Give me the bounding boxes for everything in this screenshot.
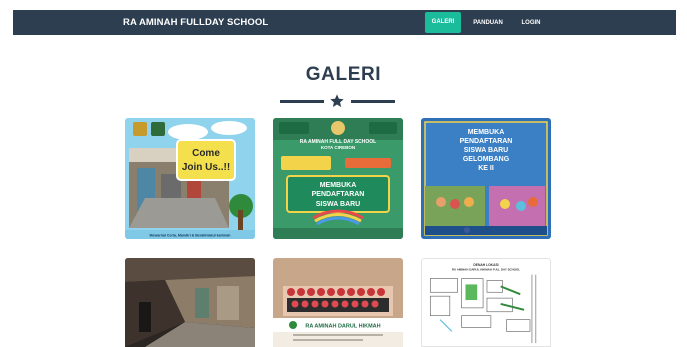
poster-siswa-baru-text: SISWA BARU [316, 201, 360, 208]
poster2-gelombang: GELOMBANG [463, 156, 510, 163]
nav-item-panduan[interactable]: PANDUAN [468, 15, 508, 31]
poster-pendaftaran-text: PENDAFTARAN [312, 191, 365, 198]
nav-item-login[interactable]: LOGIN [515, 15, 547, 31]
poster2-siswa-baru: SISWA BARU [464, 147, 508, 154]
gallery-image-pendaftaran: RA AMINAH FULL DAY SCHOOL KOTA CIREBON M… [273, 118, 403, 239]
navbar: RA AMINAH FULLDAY SCHOOL GALERI PANDUAN … [13, 10, 676, 35]
gallery-item-location-map[interactable]: DENAH LOKASI RA AMINAH DARUL HIKMAH FULL… [421, 258, 551, 347]
divider-line-right [351, 100, 395, 103]
poster-caption: Mewarnai Ceria, Mandiri & Berakhlakul ka… [150, 234, 231, 238]
poster2-ke-ii: KE II [478, 165, 494, 172]
gallery-image-gelombang-ke-ii: MEMBUKA PENDAFTARAN SISWA BARU GELOMBANG… [421, 118, 551, 239]
gallery-item-school-hallway[interactable] [125, 258, 255, 347]
gallery-item-come-join-us[interactable]: Come Join Us..!! Mewarnai Ceria, Mandiri… [125, 118, 255, 239]
poster2-membuka: MEMBUKA [468, 129, 505, 136]
poster-come-text: Come [192, 148, 220, 159]
nav-item-galeri[interactable]: GALERI [425, 12, 461, 33]
poster-join-text: Join Us..!! [182, 162, 230, 173]
gallery-item-group-photo[interactable]: RA AMINAH DARUL HIKMAH [273, 258, 403, 347]
star-icon [330, 94, 344, 107]
divider-line-left [280, 100, 324, 103]
page-title: GALERI [305, 64, 382, 85]
map-subtitle: RA AMINAH DARUL HIKMAH FULL DAY SCHOOL [452, 268, 520, 272]
gallery-image-location-map: DENAH LOKASI RA AMINAH DARUL HIKMAH FULL… [422, 259, 550, 346]
poster2-pendaftaran: PENDAFTARAN [460, 138, 513, 145]
map-title: DENAH LOKASI [473, 263, 498, 267]
brand-logo-text[interactable]: RA AMINAH FULLDAY SCHOOL [123, 17, 268, 28]
gallery-image-group-photo: RA AMINAH DARUL HIKMAH [273, 258, 403, 347]
gallery-image-school-hallway [125, 258, 255, 347]
poster-city: KOTA CIREBON [321, 145, 355, 150]
gallery-item-pendaftaran[interactable]: RA AMINAH FULL DAY SCHOOL KOTA CIREBON M… [273, 118, 403, 239]
gallery-image-come-join-us: Come Join Us..!! Mewarnai Ceria, Mandiri… [125, 118, 255, 239]
gallery-item-gelombang-ke-ii[interactable]: MEMBUKA PENDAFTARAN SISWA BARU GELOMBANG… [421, 118, 551, 239]
photo-banner-text: RA AMINAH DARUL HIKMAH [305, 324, 380, 330]
poster-membuka-text: MEMBUKA [320, 182, 357, 189]
